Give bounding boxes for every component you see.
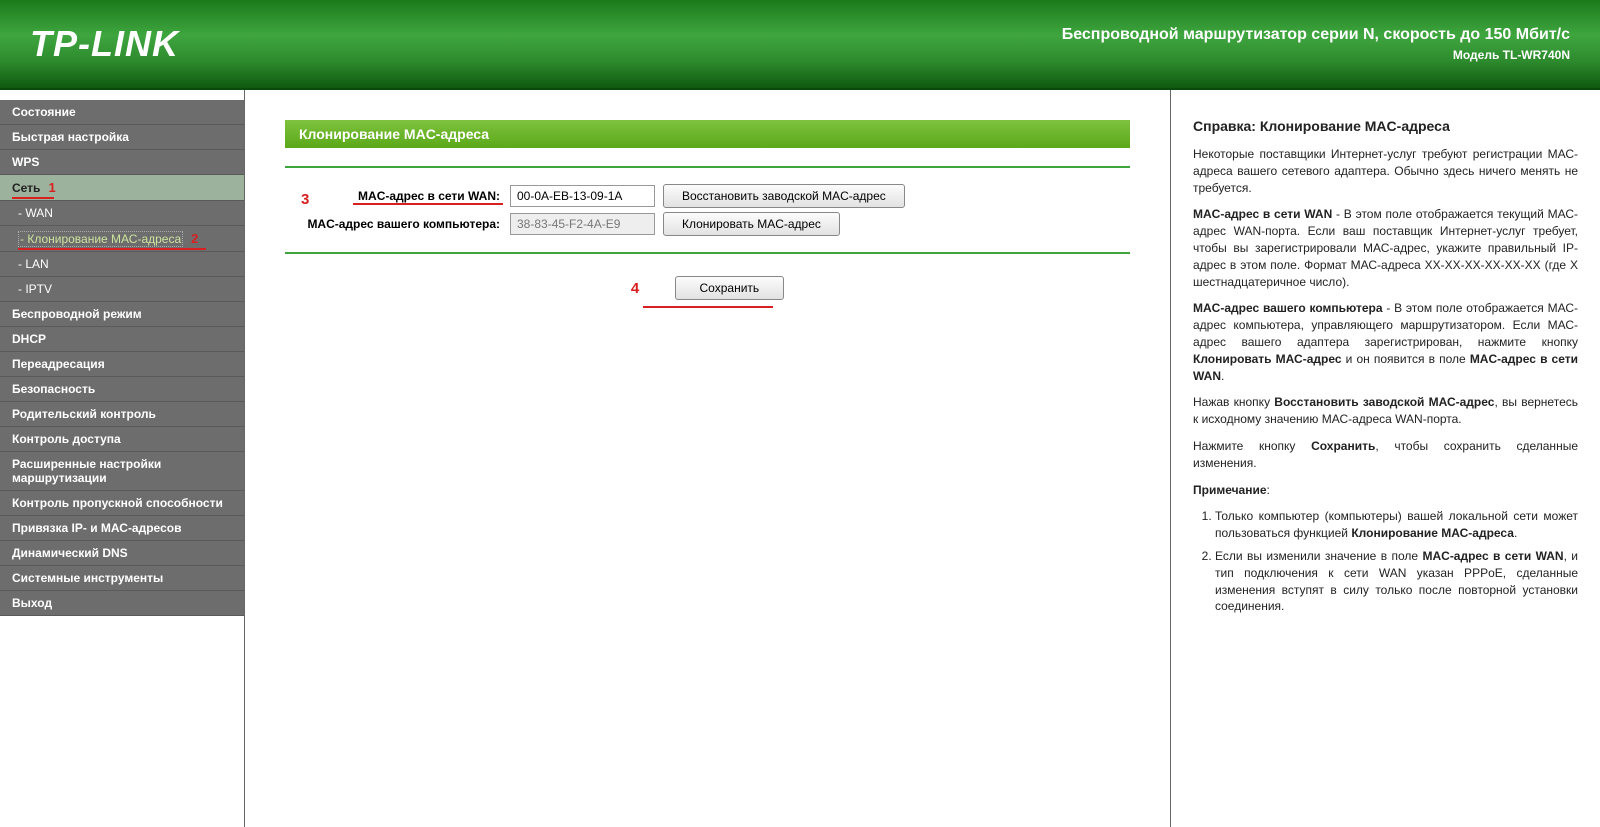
header-right: Беспроводной маршрутизатор серии N, скор…: [1062, 26, 1570, 62]
header-title: Беспроводной маршрутизатор серии N, скор…: [1062, 26, 1570, 44]
help-title: Справка: Клонирование MAC-адреса: [1193, 118, 1578, 134]
help-p2: MAC-адрес в сети WAN - В этом поле отобр…: [1193, 206, 1578, 290]
panel-title: Клонирование MAC-адреса: [285, 120, 1130, 148]
sidebar-item-0[interactable]: Состояние: [0, 100, 244, 125]
sidebar: СостояниеБыстрая настройкаWPSСеть1- WAN-…: [0, 90, 245, 827]
wan-mac-label: 3 MAC-адрес в сети WAN:: [285, 189, 510, 203]
pc-mac-label: MAC-адрес вашего компьютера:: [285, 217, 510, 231]
sidebar-item-13[interactable]: Контроль доступа: [0, 427, 244, 452]
sidebar-item-1[interactable]: Быстрая настройка: [0, 125, 244, 150]
help-note-label: Примечание:: [1193, 482, 1578, 499]
clone-mac-button[interactable]: Клонировать MAC-адрес: [663, 212, 840, 236]
sidebar-item-2[interactable]: WPS: [0, 150, 244, 175]
sidebar-item-4[interactable]: - WAN: [0, 201, 244, 226]
help-p5: Нажмите кнопку Сохранить, чтобы сохранит…: [1193, 438, 1578, 472]
help-note-1: Только компьютер (компьютеры) вашей лока…: [1215, 508, 1578, 542]
sidebar-item-10[interactable]: Переадресация: [0, 352, 244, 377]
form-row-pc-mac: MAC-адрес вашего компьютера: Клонировать…: [285, 212, 1130, 236]
annotation-2: 2: [191, 231, 198, 246]
sidebar-item-19[interactable]: Выход: [0, 591, 244, 616]
header-model: Модель TL-WR740N: [1062, 48, 1570, 62]
header: TP-LINK Беспроводной маршрутизатор серии…: [0, 0, 1600, 90]
sidebar-item-14[interactable]: Расширенные настройки маршрутизации: [0, 452, 244, 491]
wan-mac-input[interactable]: [510, 185, 655, 207]
sidebar-item-6[interactable]: - LAN: [0, 252, 244, 277]
sidebar-item-17[interactable]: Динамический DNS: [0, 541, 244, 566]
sidebar-item-7[interactable]: - IPTV: [0, 277, 244, 302]
help-note-2: Если вы изменили значение в поле MAC-адр…: [1215, 548, 1578, 615]
sidebar-item-11[interactable]: Безопасность: [0, 377, 244, 402]
sidebar-item-5[interactable]: - Клонирование МАС-адреса2: [0, 226, 244, 252]
sidebar-item-12[interactable]: Родительский контроль: [0, 402, 244, 427]
sidebar-item-15[interactable]: Контроль пропускной способности: [0, 491, 244, 516]
sidebar-item-3[interactable]: Сеть1: [0, 175, 244, 201]
help-p4: Нажав кнопку Восстановить заводской МАС-…: [1193, 394, 1578, 428]
sidebar-item-18[interactable]: Системные инструменты: [0, 566, 244, 591]
logo: TP-LINK: [30, 23, 179, 65]
annotation-4: 4: [631, 280, 639, 297]
content-panel: Клонирование MAC-адреса 3 MAC-адрес в се…: [245, 90, 1170, 827]
sidebar-item-8[interactable]: Беспроводной режим: [0, 302, 244, 327]
help-panel: Справка: Клонирование MAC-адреса Некотор…: [1170, 90, 1600, 827]
sidebar-item-16[interactable]: Привязка IP- и МАС-адресов: [0, 516, 244, 541]
restore-factory-mac-button[interactable]: Восстановить заводской MAC-адрес: [663, 184, 905, 208]
help-notes-list: Только компьютер (компьютеры) вашей лока…: [1215, 508, 1578, 615]
pc-mac-input: [510, 213, 655, 235]
form-row-wan-mac: 3 MAC-адрес в сети WAN: Восстановить зав…: [285, 184, 1130, 208]
annotation-3: 3: [301, 191, 309, 208]
help-p3: MAC-адрес вашего компьютера - В этом пол…: [1193, 300, 1578, 384]
annotation-1: 1: [48, 180, 55, 195]
sidebar-item-9[interactable]: DHCP: [0, 327, 244, 352]
help-p1: Некоторые поставщики Интернет-услуг треб…: [1193, 146, 1578, 196]
save-button[interactable]: Сохранить: [675, 276, 785, 300]
